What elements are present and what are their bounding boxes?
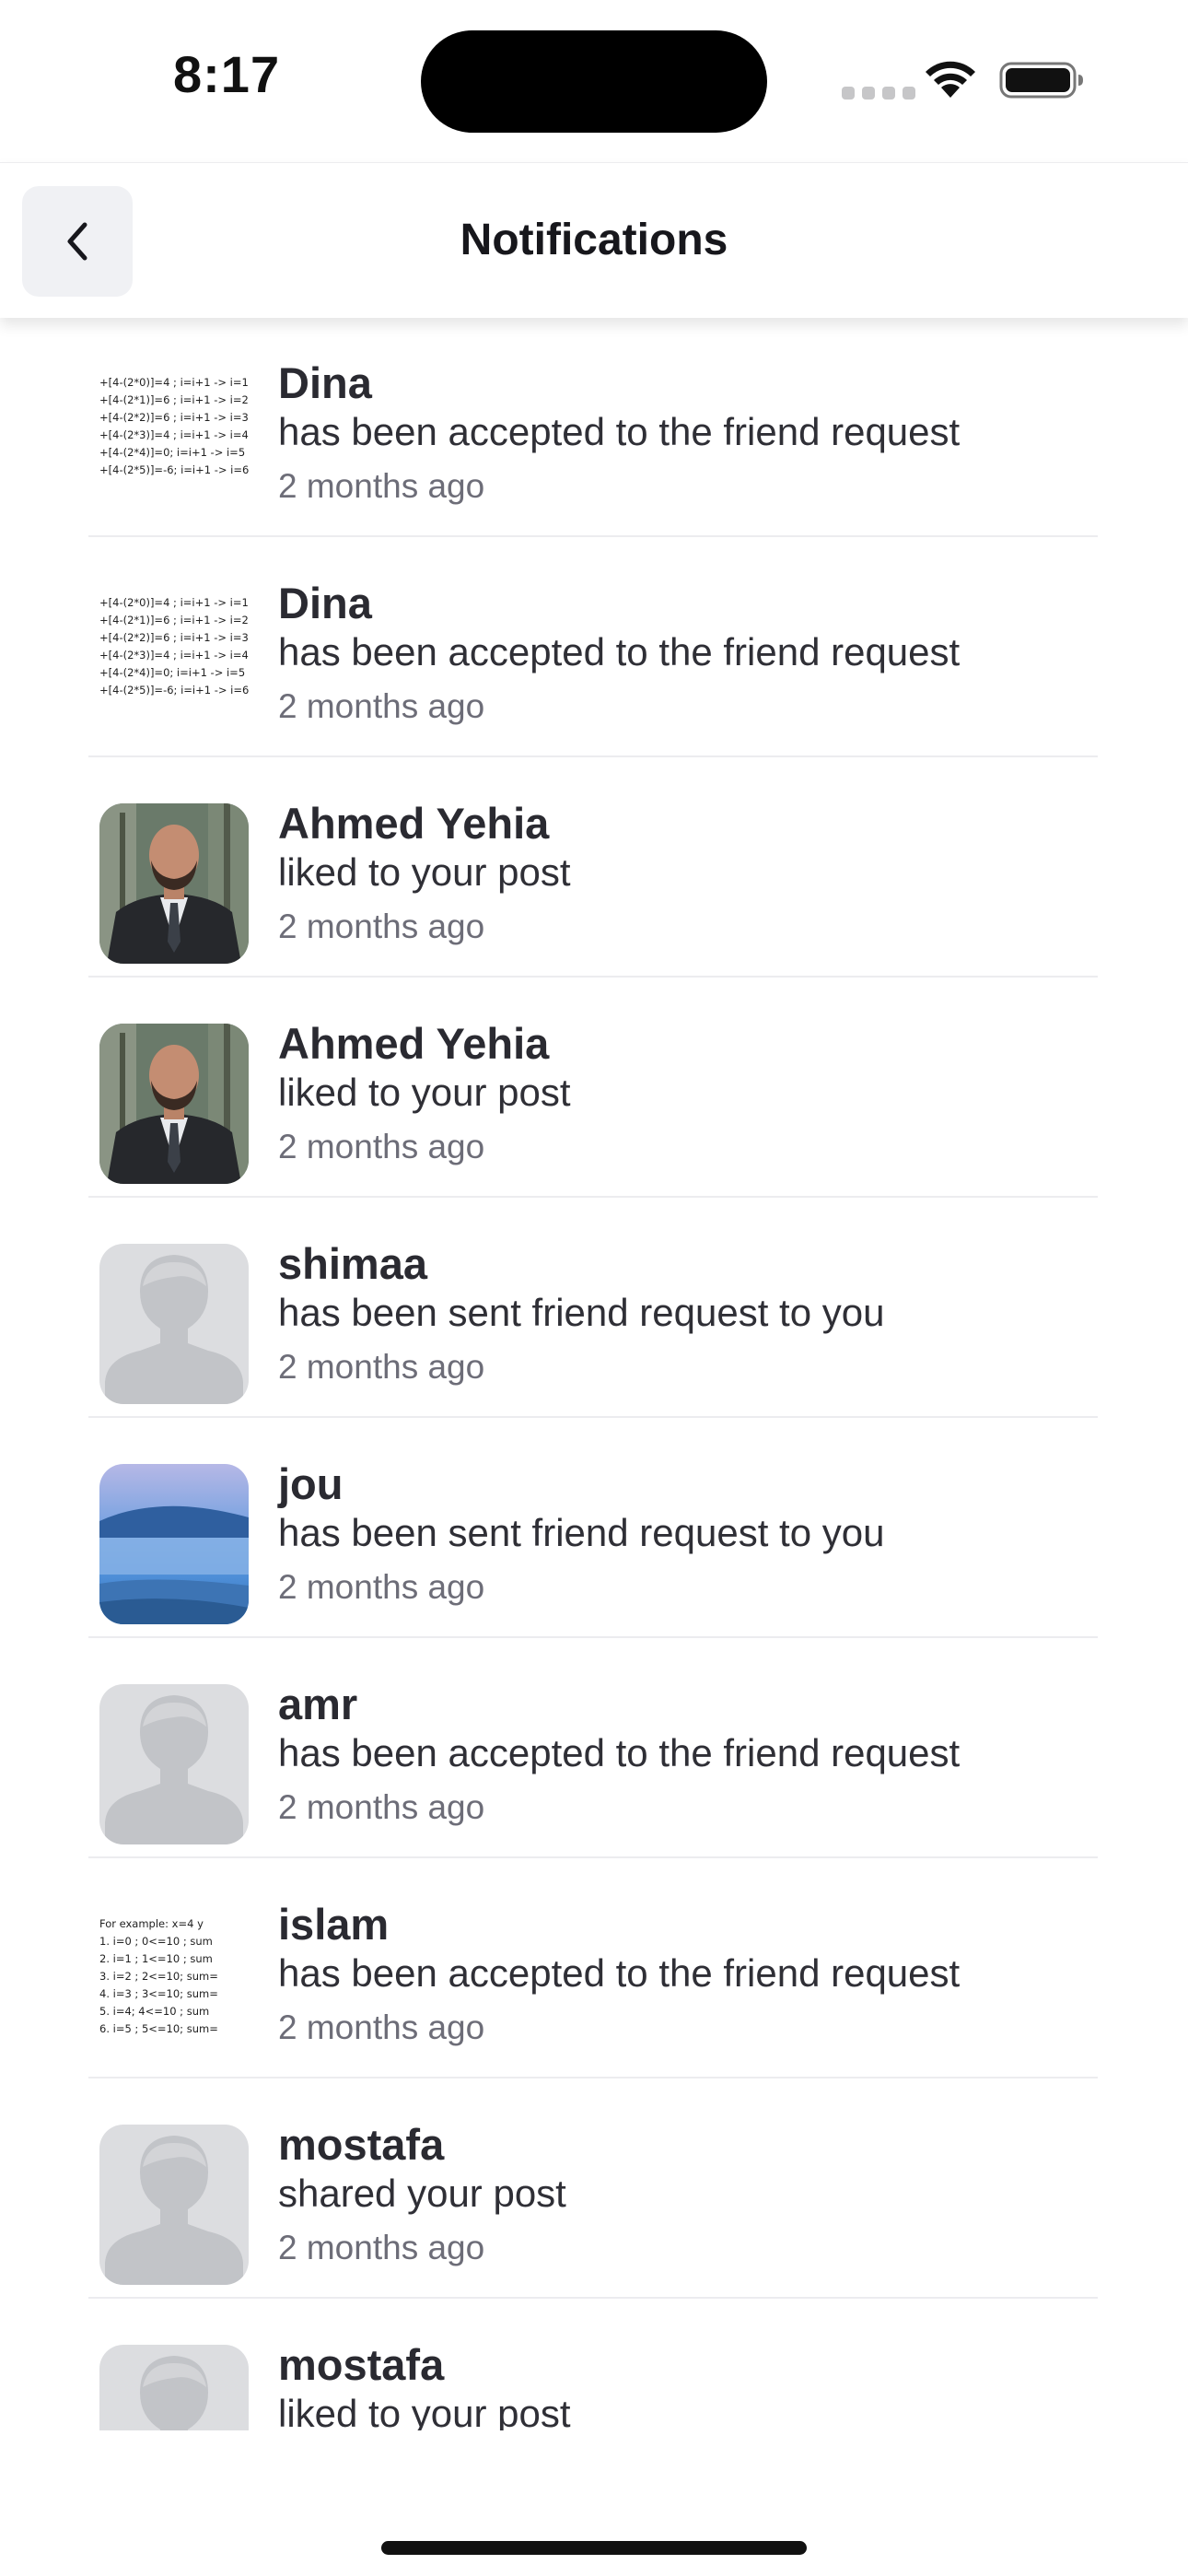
notification-message: has been accepted to the friend request [278,1951,961,1995]
notification-time: 2 months ago [278,1568,485,1606]
page-title: Notifications [460,216,728,264]
thumbnail-text-line: +[4-(2*4)]=0; i=i+1 -> i=5 [99,446,246,459]
notification-message: has been sent friend request to you [278,1511,885,1554]
notification-item[interactable]: mostafa shared your post 2 months ago [88,2078,1098,2299]
thumbnail-text-line: 4. i=3 ; 3<=10; sum= [99,1987,218,2000]
thumbnail-text-line: +[4-(2*3)]=4 ; i=i+1 -> i=4 [99,649,249,662]
avatar-image[interactable] [99,2345,249,2430]
avatar-image[interactable] [99,803,249,964]
battery-icon [999,62,1083,99]
notification-item[interactable]: mostafa liked to your post [88,2299,1098,2430]
notification-sender-name[interactable]: Dina [278,578,372,628]
notification-time: 2 months ago [278,2008,485,2046]
notification-sender-name[interactable]: Ahmed Yehia [278,798,549,849]
thumbnail-text-line: +[4-(2*3)]=4 ; i=i+1 -> i=4 [99,428,249,441]
thumbnail-text-line: +[4-(2*5)]=-6; i=i+1 -> i=6 [99,684,249,697]
thumbnail-text-line: 1. i=0 ; 0<=10 ; sum [99,1935,213,1948]
notification-message: has been accepted to the friend request [278,410,961,453]
notification-time: 2 months ago [278,1128,485,1165]
notification-message: has been sent friend request to you [278,1291,885,1334]
thumbnail-text-line: For example: x=4 y [99,1917,204,1930]
thumbnail-text-line: +[4-(2*2)]=6 ; i=i+1 -> i=3 [99,411,249,424]
notification-message: has been accepted to the friend request [278,1731,961,1774]
notification-item[interactable]: Ahmed Yehia liked to your post 2 months ag… [88,757,1098,978]
notification-time: 2 months ago [278,1788,485,1826]
thumbnail-text-line: 5. i=4; 4<=10 ; sum [99,2005,210,2018]
avatar-image[interactable]: +[4-(2*0)]=4 ; i=i+1 -> i=1 +[4-(2*1)]=6 … [99,594,249,732]
default-person-icon [99,1684,249,1844]
notification-message: liked to your post [278,850,571,894]
notification-time: 2 months ago [278,2229,485,2266]
avatar-image[interactable] [99,1464,249,1624]
wifi-icon [926,61,975,98]
notification-sender-name[interactable]: amr [278,1679,357,1729]
home-indicator[interactable] [381,2541,807,2555]
man-in-suit-photo [99,803,249,964]
thumbnail-text-line: 3. i=2 ; 2<=10; sum= [99,1970,218,1983]
notification-message: liked to your post [278,2392,571,2430]
avatar-image[interactable] [99,2125,249,2285]
notification-message: has been accepted to the friend request [278,630,961,673]
notification-sender-name[interactable]: islam [278,1899,389,1950]
notification-sender-name[interactable]: Ahmed Yehia [278,1018,549,1069]
thumbnail-text-line: +[4-(2*1)]=6 ; i=i+1 -> i=2 [99,614,249,626]
navigation-header: Notifications [0,162,1188,318]
avatar-image[interactable] [99,1684,249,1844]
notification-item[interactable]: +[4-(2*0)]=4 ; i=i+1 -> i=1 +[4-(2*1)]=6 … [88,537,1098,757]
notification-sender-name[interactable]: shimaa [278,1238,427,1289]
notification-time: 2 months ago [278,687,485,725]
notification-item[interactable]: jou has been sent friend request to you 2 … [88,1418,1098,1638]
notification-time: 2 months ago [278,907,485,945]
notification-item[interactable]: For example: x=4 y 1. i=0 ; 0<=10 ; sum 2.… [88,1858,1098,2078]
cellular-signal-icon [842,87,923,104]
notification-sender-name[interactable]: Dina [278,357,372,408]
thumbnail-text-line: +[4-(2*4)]=0; i=i+1 -> i=5 [99,666,246,679]
avatar-image[interactable] [99,1024,249,1184]
man-in-suit-photo [99,1024,249,1184]
status-time: 8:17 [173,45,281,103]
misty-landscape-photo [99,1464,249,1624]
notification-item[interactable]: shimaa has been sent friend request to yo… [88,1198,1098,1418]
notification-sender-name[interactable]: jou [278,1458,343,1509]
status-bar: 8:17 [0,0,1188,162]
dynamic-island [421,30,767,133]
notification-time: 2 months ago [278,1348,485,1386]
notification-sender-name[interactable]: mostafa [278,2339,444,2390]
thumbnail-text-line: +[4-(2*5)]=-6; i=i+1 -> i=6 [99,463,249,476]
default-person-icon [99,1244,249,1404]
thumbnail-text-line: +[4-(2*1)]=6 ; i=i+1 -> i=2 [99,393,249,406]
notification-item[interactable]: +[4-(2*0)]=4 ; i=i+1 -> i=1 +[4-(2*1)]=6 … [88,317,1098,537]
thumbnail-text-line: 2. i=1 ; 1<=10 ; sum [99,1952,213,1965]
notification-item[interactable]: Ahmed Yehia liked to your post 2 months ag… [88,978,1098,1198]
thumbnail-text-line: 6. i=5 ; 5<=10; sum= [99,2022,218,2035]
notification-message: shared your post [278,2172,566,2215]
thumbnail-text-line: +[4-(2*2)]=6 ; i=i+1 -> i=3 [99,631,249,644]
avatar-image[interactable] [99,1244,249,1404]
notification-sender-name[interactable]: mostafa [278,2119,444,2170]
default-person-icon [99,2345,249,2430]
notification-item[interactable]: amr has been accepted to the friend reque… [88,1638,1098,1858]
notification-time: 2 months ago [278,467,485,505]
default-person-icon [99,2125,249,2285]
notification-message: liked to your post [278,1071,571,1114]
thumbnail-text-line: +[4-(2*0)]=4 ; i=i+1 -> i=1 [99,596,249,609]
notification-list[interactable]: +[4-(2*0)]=4 ; i=i+1 -> i=1 +[4-(2*1)]=6 … [88,317,1098,2430]
thumbnail-text-line: +[4-(2*0)]=4 ; i=i+1 -> i=1 [99,376,249,389]
avatar-image[interactable]: +[4-(2*0)]=4 ; i=i+1 -> i=1 +[4-(2*1)]=6 … [99,374,249,512]
avatar-image[interactable]: For example: x=4 y 1. i=0 ; 0<=10 ; sum 2.… [99,1915,249,2054]
